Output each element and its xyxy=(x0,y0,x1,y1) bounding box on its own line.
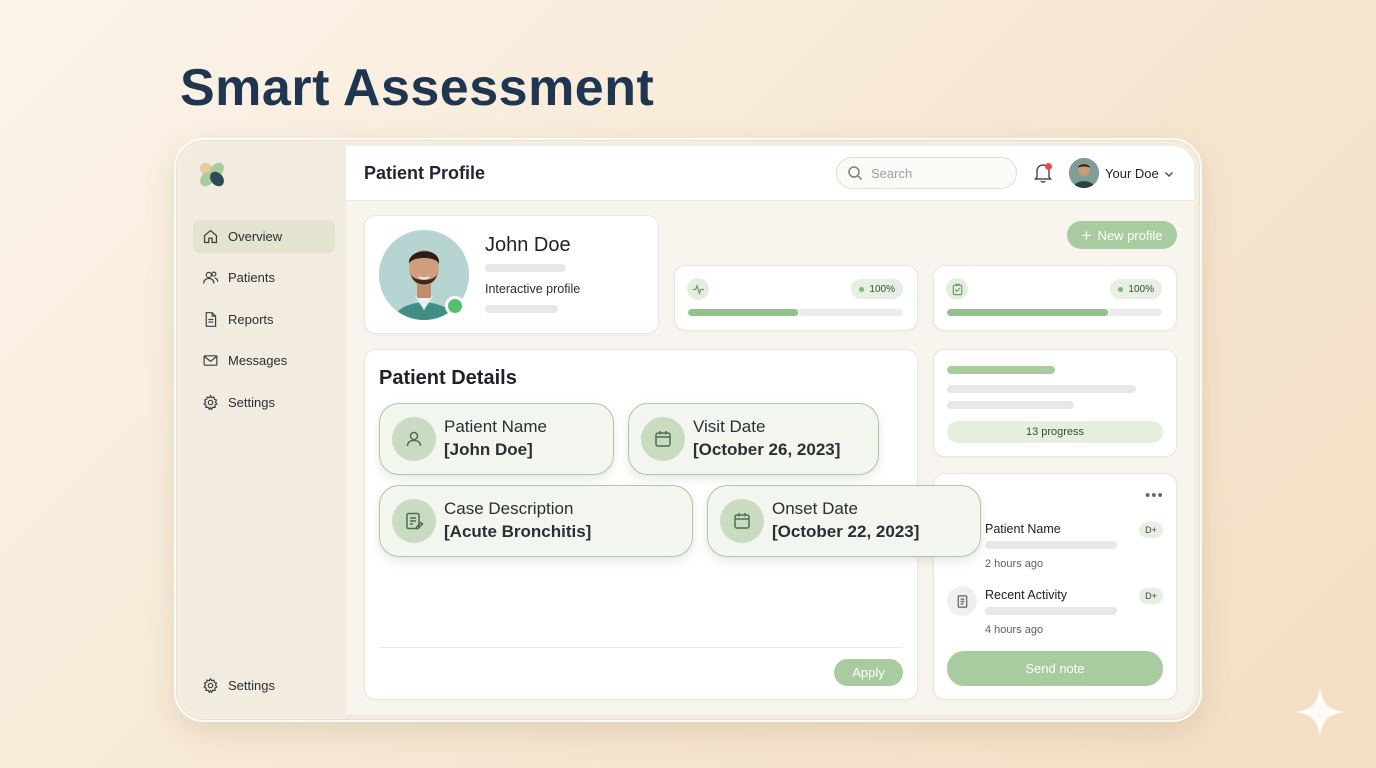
user-name[interactable]: Your Doe xyxy=(1105,166,1159,181)
hero-title: Smart Assessment xyxy=(180,59,655,117)
field-patient-name[interactable]: Patient Name [John Doe] xyxy=(379,403,614,475)
sidebar-item-settings[interactable]: Settings xyxy=(193,386,335,419)
person-icon xyxy=(392,417,436,461)
field-value: [John Doe] xyxy=(444,440,533,459)
note-title[interactable]: Patient Name xyxy=(985,522,1061,536)
sidebar-item-label: Overview xyxy=(228,229,283,244)
notes-icon xyxy=(392,499,436,543)
search-icon xyxy=(848,166,863,181)
placeholder-bar xyxy=(985,541,1117,549)
avatar[interactable] xyxy=(1069,158,1099,188)
document-icon xyxy=(947,586,977,616)
plus-icon: + xyxy=(1081,225,1092,245)
app-window: Overview Patients Reports Messages Setti… xyxy=(182,146,1194,714)
sidebar-item-messages[interactable]: Messages xyxy=(193,344,335,377)
mail-icon xyxy=(203,355,218,366)
field-visit-date[interactable]: Visit Date [October 26, 2023] xyxy=(628,403,879,475)
more-icon[interactable]: ••• xyxy=(1145,487,1164,504)
progress-card: 13 progress xyxy=(933,349,1177,457)
search-placeholder: Search xyxy=(871,165,913,181)
note-badge: D+ xyxy=(1139,522,1163,538)
sidebar-item-label: Messages xyxy=(228,353,288,368)
calendar-icon xyxy=(641,417,685,461)
stat-card-pulse: 100% xyxy=(674,265,918,331)
placeholder-bar xyxy=(947,401,1074,409)
sidebar-item-label: Reports xyxy=(228,312,274,327)
sidebar-item-label: Patients xyxy=(228,270,275,285)
field-label: Onset Date xyxy=(772,499,858,518)
send-note-button[interactable]: Send note xyxy=(947,651,1163,686)
progress-bar xyxy=(947,309,1162,316)
note-title[interactable]: Recent Activity xyxy=(985,588,1067,602)
main-content: Patient Profile Search Your Doe John Doe… xyxy=(346,146,1194,714)
sidebar-item-patients[interactable]: Patients xyxy=(193,261,335,294)
new-profile-label: New profile xyxy=(1097,227,1163,243)
note-time: 4 hours ago xyxy=(985,624,1044,636)
clipboard-icon xyxy=(946,278,968,300)
chevron-down-icon[interactable] xyxy=(1163,168,1175,180)
sidebar-item-reports[interactable]: Reports xyxy=(193,303,335,336)
progress-label: 13 progress xyxy=(947,421,1163,443)
stat-badge: 100% xyxy=(851,279,903,299)
sidebar-item-label: Settings xyxy=(228,678,275,693)
home-icon xyxy=(203,229,218,244)
placeholder-bar xyxy=(947,366,1055,374)
note-time: 2 hours ago xyxy=(985,558,1044,570)
field-label: Visit Date xyxy=(693,417,766,436)
placeholder-bar xyxy=(947,385,1136,393)
field-label: Patient Name xyxy=(444,417,547,436)
online-status-dot xyxy=(445,296,465,316)
document-icon xyxy=(205,312,217,327)
users-icon xyxy=(203,271,219,284)
progress-bar xyxy=(688,309,903,316)
field-onset-date[interactable]: Onset Date [October 22, 2023] xyxy=(707,485,981,557)
profile-card: John Doe Interactive profile xyxy=(364,215,659,334)
search-input[interactable]: Search xyxy=(836,157,1017,189)
stat-badge: 100% xyxy=(1110,279,1162,299)
calendar-icon xyxy=(720,499,764,543)
new-profile-button[interactable]: + New profile xyxy=(1067,221,1177,249)
sparkle-icon xyxy=(1294,686,1346,738)
sidebar-item-label: Settings xyxy=(228,395,275,410)
gear-icon xyxy=(203,394,218,411)
field-value: [October 26, 2023] xyxy=(693,440,841,459)
field-label: Case Description xyxy=(444,499,574,518)
field-value: [October 22, 2023] xyxy=(772,522,920,541)
notification-dot xyxy=(1045,163,1052,170)
field-value: [Acute Bronchitis] xyxy=(444,522,592,541)
profile-name: John Doe xyxy=(485,234,571,256)
gear-icon xyxy=(203,677,218,694)
stat-card-clipboard: 100% xyxy=(933,265,1177,331)
divider xyxy=(379,647,903,648)
note-badge: D+ xyxy=(1139,588,1163,604)
profile-subtitle: Interactive profile xyxy=(485,282,581,296)
field-case-description[interactable]: Case Description [Acute Bronchitis] xyxy=(379,485,693,557)
placeholder-bar xyxy=(485,305,558,313)
logo-icon xyxy=(200,162,224,187)
apply-button[interactable]: Apply xyxy=(834,659,903,686)
sidebar-footer-settings[interactable]: Settings xyxy=(193,669,335,702)
placeholder-bar xyxy=(485,264,566,272)
sidebar: Overview Patients Reports Messages Setti… xyxy=(182,146,346,714)
pulse-icon xyxy=(687,278,709,300)
page-title: Patient Profile xyxy=(364,163,486,183)
top-bar: Patient Profile Search Your Doe xyxy=(346,146,1194,201)
details-title: Patient Details xyxy=(379,367,517,389)
placeholder-bar xyxy=(985,607,1117,615)
sidebar-item-overview[interactable]: Overview xyxy=(193,220,335,253)
